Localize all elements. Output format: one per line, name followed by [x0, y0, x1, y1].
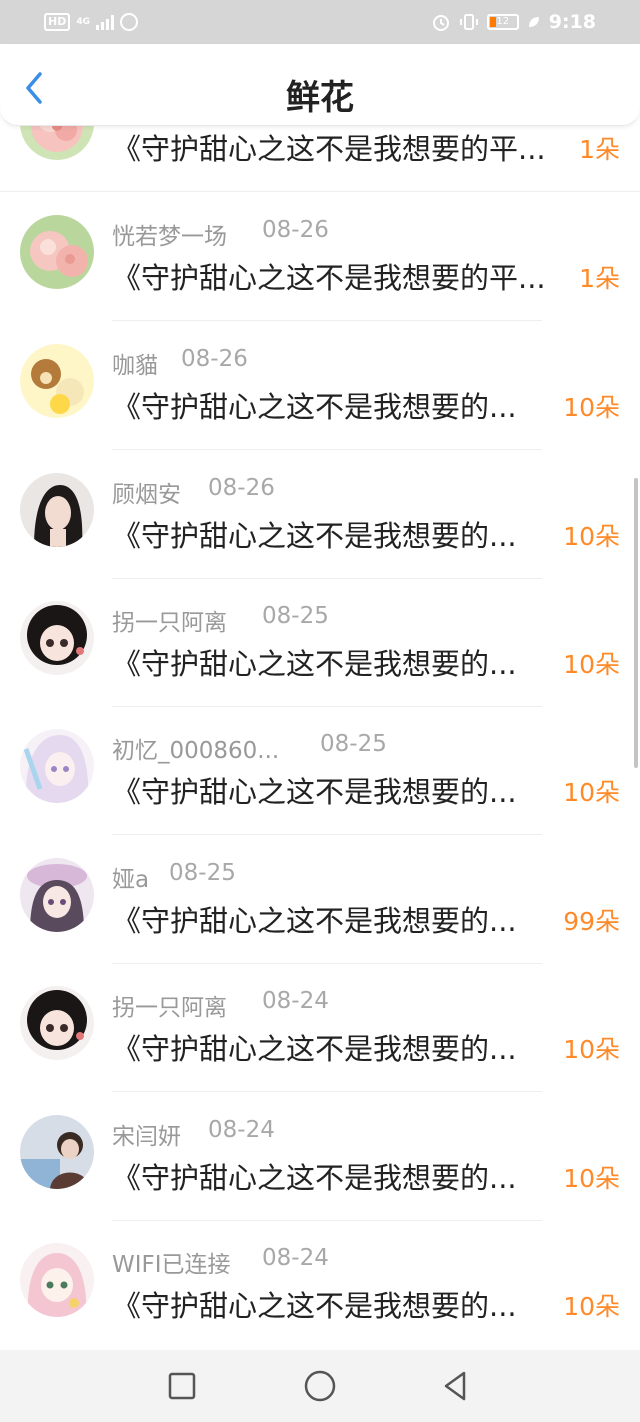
- list-item[interactable]: 咖貓 08-26 《守护甜心之这不是我想要的... 10朵: [0, 322, 640, 450]
- username[interactable]: 顾烟安: [112, 475, 181, 509]
- girl-portrait-avatar: [20, 473, 94, 547]
- boy-photo-avatar: [20, 1115, 94, 1189]
- username[interactable]: 拐一只阿离: [112, 988, 227, 1022]
- anime-girl-pastel-avatar: [20, 729, 94, 803]
- status-bar: HD 4G 12 9:18: [0, 0, 640, 44]
- back-triangle-icon: [444, 1371, 466, 1401]
- gift-message: 《守护甜心之这不是我想要的...: [112, 775, 517, 809]
- list-item[interactable]: 拐一只阿离 08-25 《守护甜心之这不是我想要的... 10朵: [0, 579, 640, 707]
- list-item[interactable]: 拐一只阿离 08-24 《守护甜心之这不是我想要的... 10朵: [0, 964, 640, 1092]
- date: 08-25: [169, 860, 236, 886]
- flower-count: 1朵: [579, 135, 620, 164]
- gift-message: 《守护甜心之这不是我想要的...: [112, 1032, 517, 1066]
- flower-count: 10朵: [563, 1164, 620, 1193]
- flower-count: 10朵: [563, 393, 620, 422]
- date: 08-24: [262, 988, 329, 1014]
- anime-girl-dark-avatar: [20, 986, 94, 1060]
- gift-message: 《守护甜心之这不是我想要的...: [112, 519, 517, 553]
- app-header: 鲜花: [0, 44, 640, 126]
- flower-count: 10朵: [563, 1035, 620, 1064]
- row-divider: [112, 834, 542, 835]
- home-circle-icon: [304, 1370, 336, 1402]
- username[interactable]: WIFI已连接: [112, 1245, 231, 1279]
- anime-girl-dark-avatar: [20, 601, 94, 675]
- system-navigation-bar: [0, 1350, 640, 1422]
- list-item[interactable]: 恍若梦一场 08-26 《守护甜心之这不是我想要的平... 1朵: [0, 193, 640, 321]
- row-divider: [112, 320, 542, 321]
- gift-message: 《守护甜心之这不是我想要的...: [112, 1289, 517, 1323]
- gift-message: 《守护甜心之这不是我想要的...: [112, 390, 517, 424]
- username[interactable]: 初忆_000860...: [112, 731, 279, 765]
- flower-count: 10朵: [563, 522, 620, 551]
- list-item[interactable]: 初忆_000860... 08-25 《守护甜心之这不是我想要的... 10朵: [0, 707, 640, 835]
- date: 08-26: [262, 217, 329, 243]
- username[interactable]: 娅a: [112, 860, 149, 894]
- date: 08-24: [262, 1245, 329, 1271]
- list-item[interactable]: 宋闫妍 08-24 《守护甜心之这不是我想要的... 10朵: [0, 1093, 640, 1221]
- recent-apps-button[interactable]: [164, 1368, 200, 1404]
- leaf-icon: [528, 17, 539, 27]
- hd-badge: HD: [44, 13, 71, 31]
- gift-message: 《守护甜心之这不是我想要的...: [112, 647, 517, 681]
- flower-count: 10朵: [563, 650, 620, 679]
- scrollbar[interactable]: [634, 478, 638, 768]
- list-item[interactable]: 娅a 08-25 《守护甜心之这不是我想要的... 99朵: [0, 836, 640, 964]
- battery-icon: 12: [486, 14, 519, 30]
- recent-apps-square-icon: [168, 1372, 196, 1400]
- network-type: 4G: [76, 16, 90, 27]
- signal-icon: [96, 14, 114, 30]
- flower-count: 1朵: [579, 264, 620, 293]
- anime-girl-pink-avatar: [20, 1243, 94, 1317]
- username[interactable]: 恍若梦一场: [112, 217, 227, 251]
- gift-message: 《守护甜心之这不是我想要的平...: [112, 132, 546, 166]
- pink-flower-avatar: [20, 215, 94, 289]
- date: 08-25: [262, 603, 329, 629]
- flower-count: 99朵: [563, 907, 620, 936]
- anime-girl-hat-avatar: [20, 858, 94, 932]
- list-item[interactable]: 顾烟安 08-26 《守护甜心之这不是我想要的... 10朵: [0, 451, 640, 579]
- date: 08-24: [208, 1117, 275, 1143]
- username[interactable]: 宋闫妍: [112, 1117, 181, 1151]
- flower-count: 10朵: [563, 778, 620, 807]
- vibrate-icon: [459, 14, 478, 30]
- date: 08-25: [320, 731, 387, 757]
- bear-avatar: [20, 344, 94, 418]
- row-divider: [112, 1091, 542, 1092]
- date: 08-26: [208, 475, 275, 501]
- home-button[interactable]: [302, 1368, 338, 1404]
- list-item[interactable]: WIFI已连接 08-24 《守护甜心之这不是我想要的... 10朵: [0, 1221, 640, 1349]
- row-divider: [112, 449, 542, 450]
- alarm-icon: [432, 15, 449, 31]
- gift-message: 《守护甜心之这不是我想要的...: [112, 904, 517, 938]
- flower-count: 10朵: [563, 1292, 620, 1321]
- username[interactable]: 拐一只阿离: [112, 603, 227, 637]
- loading-ring-icon: [120, 13, 138, 31]
- back-nav-button[interactable]: [438, 1368, 474, 1404]
- gift-message: 《守护甜心之这不是我想要的平...: [112, 261, 546, 295]
- row-divider: [0, 191, 640, 192]
- page-title: 鲜花: [286, 78, 354, 118]
- gift-message: 《守护甜心之这不是我想要的...: [112, 1161, 517, 1195]
- status-time: 9:18: [548, 11, 596, 33]
- username[interactable]: 咖貓: [112, 346, 158, 380]
- date: 08-26: [181, 346, 248, 372]
